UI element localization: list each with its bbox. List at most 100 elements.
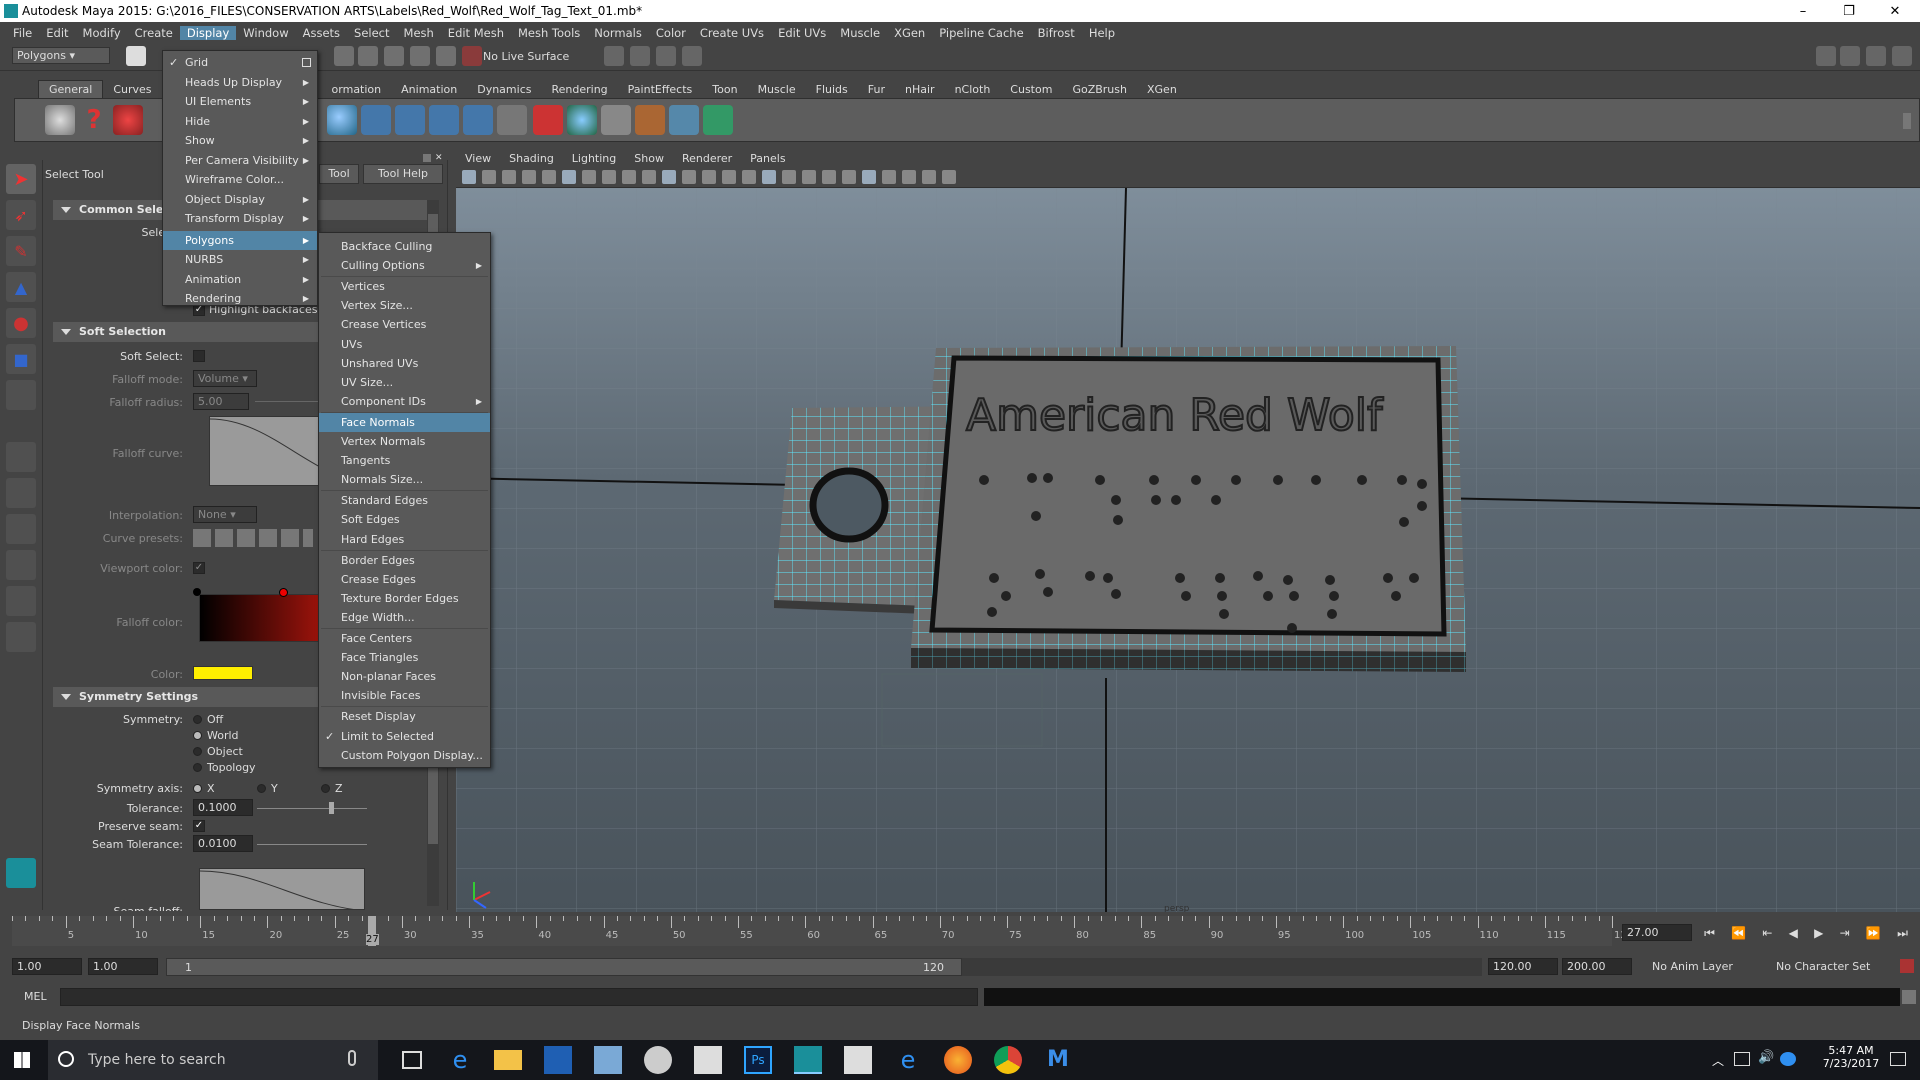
- skin-tool-icon[interactable]: [463, 105, 493, 135]
- axis-z-radio[interactable]: [321, 784, 330, 793]
- polygons-menu-item-standard-edges[interactable]: Standard Edges: [319, 491, 490, 510]
- menu-display[interactable]: Display: [179, 25, 237, 40]
- menu-modify[interactable]: Modify: [76, 26, 128, 40]
- render-current-icon[interactable]: [630, 46, 650, 66]
- maya-home-icon[interactable]: [6, 858, 36, 888]
- layout-persp-outliner-icon[interactable]: [6, 586, 36, 616]
- interpolation-select[interactable]: None ▾: [193, 506, 257, 523]
- end-time-field[interactable]: 200.00: [1562, 958, 1632, 975]
- layout-persp-graph-icon[interactable]: [6, 550, 36, 580]
- time-slider[interactable]: 5 10 15 20 25 30 35 40 45 50 55 60 65 70 75 80 85 90 95 100…: [0, 916, 1920, 950]
- resolution-gate-icon[interactable]: [582, 170, 596, 184]
- tab-xgen[interactable]: XGen: [1137, 81, 1187, 98]
- clock[interactable]: 5:47 AM 7/23/2017: [1820, 1044, 1882, 1070]
- seam-tolerance-field[interactable]: 0.0100: [193, 835, 253, 852]
- goto-start-icon[interactable]: ⏮: [1704, 926, 1715, 941]
- display-menu-item-transform-display[interactable]: Transform Display ▶: [163, 209, 317, 228]
- polygons-menu-item-culling-options[interactable]: Culling Options ▶: [319, 256, 490, 275]
- lattice-tool-icon[interactable]: [669, 105, 699, 135]
- scale-tool-icon[interactable]: ■: [6, 344, 36, 374]
- safe-action-icon[interactable]: [642, 170, 656, 184]
- anti-aliasing-icon[interactable]: [822, 170, 836, 184]
- polygons-menu-item-uv-size[interactable]: UV Size...: [319, 373, 490, 392]
- preserve-seam-checkbox[interactable]: ✓: [193, 820, 205, 832]
- symmetry-world-radio[interactable]: [193, 731, 202, 740]
- menu-select[interactable]: Select: [347, 26, 396, 40]
- ambient-occlusion-icon[interactable]: [782, 170, 796, 184]
- current-frame-field[interactable]: 27.00: [1622, 924, 1692, 941]
- tolerance-slider[interactable]: [257, 808, 367, 809]
- polygons-menu-item-border-edges[interactable]: Border Edges: [319, 551, 490, 570]
- option-box-icon[interactable]: [302, 58, 311, 67]
- gear-red-icon[interactable]: [113, 105, 143, 135]
- task-view-icon[interactable]: [402, 1051, 422, 1069]
- display-menu-item-animation[interactable]: Animation ▶: [163, 270, 317, 289]
- calendar-app-icon[interactable]: [694, 1046, 722, 1074]
- viewport-menu-renderer[interactable]: Renderer: [673, 152, 741, 165]
- tab-painteffects[interactable]: PaintEffects: [618, 81, 703, 98]
- step-back-key-icon[interactable]: ⏪: [1731, 926, 1746, 940]
- image-plane-icon[interactable]: [502, 170, 516, 184]
- display-menu-item-grid[interactable]: Grid ✓: [163, 53, 317, 72]
- step-forward-frame-icon[interactable]: ⇥: [1840, 926, 1850, 940]
- textured-icon[interactable]: [722, 170, 736, 184]
- menu-edit-uvs[interactable]: Edit UVs: [771, 26, 833, 40]
- layer-editor-toggle-icon[interactable]: [1892, 46, 1912, 66]
- polygons-menu-item-backface-culling[interactable]: Backface Culling: [319, 237, 490, 256]
- ramp-selected-handle[interactable]: [279, 588, 288, 597]
- paint-weights-icon[interactable]: [533, 105, 563, 135]
- xray-active-icon[interactable]: [902, 170, 916, 184]
- cmd-language-label[interactable]: MEL: [24, 990, 47, 1003]
- search-box[interactable]: Type here to search: [48, 1040, 378, 1080]
- anim-layer-select[interactable]: No Anim Layer: [1652, 960, 1733, 973]
- file-explorer-icon[interactable]: [494, 1050, 522, 1070]
- seam-falloff-graph[interactable]: [199, 868, 365, 910]
- volume-icon[interactable]: 🔊: [1758, 1050, 1774, 1065]
- menuset-select[interactable]: Polygons ▾: [12, 47, 110, 64]
- ramp-start-handle[interactable]: [193, 588, 201, 596]
- tab-toon[interactable]: Toon: [702, 81, 747, 98]
- chrome-icon[interactable]: [994, 1046, 1022, 1074]
- xray-icon[interactable]: [882, 170, 896, 184]
- soft-select-checkbox[interactable]: [193, 350, 205, 362]
- polygons-menu-item-face-centers[interactable]: Face Centers: [319, 629, 490, 648]
- bones-tool-icon[interactable]: [361, 105, 391, 135]
- ik-tool-icon[interactable]: [429, 105, 459, 135]
- app-light-blue-icon[interactable]: [594, 1046, 622, 1074]
- polygons-menu-item-invisible-faces[interactable]: Invisible Faces: [319, 686, 490, 705]
- render-settings-icon[interactable]: [682, 46, 702, 66]
- menu-edit-mesh[interactable]: Edit Mesh: [441, 26, 511, 40]
- color-swatch[interactable]: [193, 666, 253, 680]
- new-scene-icon[interactable]: [126, 46, 146, 66]
- display-menu-item-nurbs[interactable]: NURBS ▶: [163, 250, 317, 269]
- polygons-menu-item-custom-polygon-display[interactable]: Custom Polygon Display...: [319, 746, 490, 765]
- polygons-menu-item-vertex-size[interactable]: Vertex Size...: [319, 296, 490, 315]
- display-menu-item-heads-up-display[interactable]: Heads Up Display ▶: [163, 73, 317, 92]
- shelf-scroll-handle[interactable]: [1903, 113, 1911, 129]
- last-tool-icon[interactable]: [6, 380, 36, 410]
- menu-edit[interactable]: Edit: [39, 26, 75, 40]
- camera-attributes-icon[interactable]: [462, 170, 476, 184]
- app-gear-icon[interactable]: [644, 1046, 672, 1074]
- command-input[interactable]: [60, 988, 978, 1006]
- play-forwards-icon[interactable]: ▶: [1814, 926, 1823, 940]
- polygons-menu-item-crease-edges[interactable]: Crease Edges: [319, 570, 490, 589]
- script-editor-icon[interactable]: [1902, 990, 1916, 1004]
- menu-create[interactable]: Create: [128, 26, 180, 40]
- menu-file[interactable]: File: [6, 26, 39, 40]
- start-time-field[interactable]: 1.00: [12, 958, 82, 975]
- grid-toggle-icon[interactable]: [542, 170, 556, 184]
- viewport-menu-show[interactable]: Show: [625, 152, 673, 165]
- menu-help[interactable]: Help: [1082, 26, 1122, 40]
- panel-close-icon[interactable]: ✕: [435, 154, 443, 163]
- tab-dynamics[interactable]: Dynamics: [467, 81, 541, 98]
- use-lights-icon[interactable]: [742, 170, 756, 184]
- layout-side-icon[interactable]: [6, 514, 36, 544]
- internet-explorer-icon[interactable]: e: [894, 1046, 922, 1074]
- view-transform-icon[interactable]: [522, 170, 536, 184]
- shadows-icon[interactable]: [762, 170, 776, 184]
- isolate-select-icon[interactable]: [862, 170, 876, 184]
- menu-bifrost[interactable]: Bifrost: [1031, 26, 1082, 40]
- axis-y-radio[interactable]: [257, 784, 266, 793]
- tab-fluids[interactable]: Fluids: [806, 81, 858, 98]
